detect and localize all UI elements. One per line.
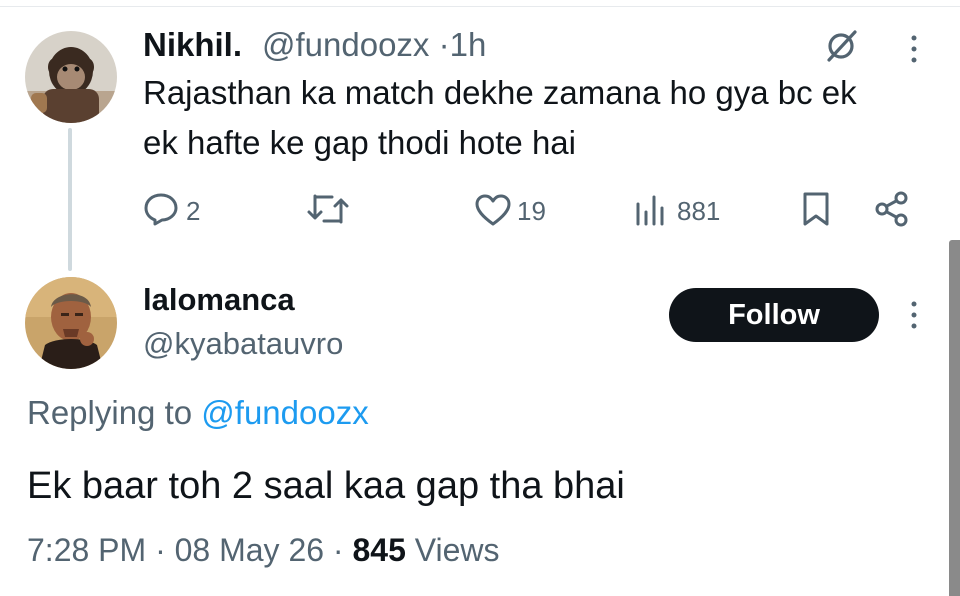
retweet-icon[interactable] [306, 192, 350, 226]
tweet-text-line-1: Rajasthan ka match dekhe zamana ho gya b… [143, 74, 857, 111]
thread-connector-line [68, 128, 72, 271]
avatar-nikhil[interactable] [25, 31, 117, 123]
grok-icon[interactable] [822, 27, 860, 65]
views-label: Views [414, 532, 500, 568]
author-name[interactable]: Nikhil. [143, 25, 242, 65]
separator-dot: · [438, 26, 450, 63]
share-icon[interactable] [873, 190, 911, 228]
views-icon[interactable] [634, 194, 668, 226]
replying-handle-link[interactable]: @fundoozx [201, 394, 368, 431]
author-handle-row: @fundoozx ·1h [262, 25, 486, 65]
bookmark-icon[interactable] [800, 191, 832, 227]
views-count: 845 [352, 532, 406, 568]
avatar-lalomanca[interactable] [25, 277, 117, 369]
post-date[interactable]: 08 May 26 [175, 532, 324, 568]
replying-prefix: Replying to [27, 394, 193, 431]
more-icon[interactable] [906, 300, 922, 330]
reply-author-handle[interactable]: @kyabatauvro [143, 324, 343, 364]
separator-dot: · [155, 532, 166, 568]
author-handle[interactable]: @fundoozx [262, 26, 429, 63]
separator-dot: · [332, 532, 344, 568]
tweet-meta: 7:28 PM · 08 May 26 · 845 Views [27, 530, 500, 570]
top-divider [0, 6, 960, 7]
reply-text: Ek baar toh 2 saal kaa gap tha bhai [27, 465, 625, 507]
tweet-text-line-2: ek hafte ke gap thodi hote hai [143, 124, 576, 161]
reply-count: 2 [186, 196, 201, 226]
view-count: 881 [677, 196, 721, 226]
like-icon[interactable] [474, 193, 512, 227]
timestamp[interactable]: 1h [450, 26, 487, 63]
scrollbar[interactable] [949, 240, 960, 596]
like-count: 19 [517, 196, 546, 226]
replying-to-line: Replying to @fundoozx [27, 393, 369, 433]
reply-author-name[interactable]: lalomanca [143, 280, 295, 320]
reply-icon[interactable] [143, 192, 179, 226]
follow-button[interactable]: Follow [669, 288, 879, 342]
more-icon[interactable] [906, 34, 922, 64]
post-time[interactable]: 7:28 PM [27, 532, 146, 568]
